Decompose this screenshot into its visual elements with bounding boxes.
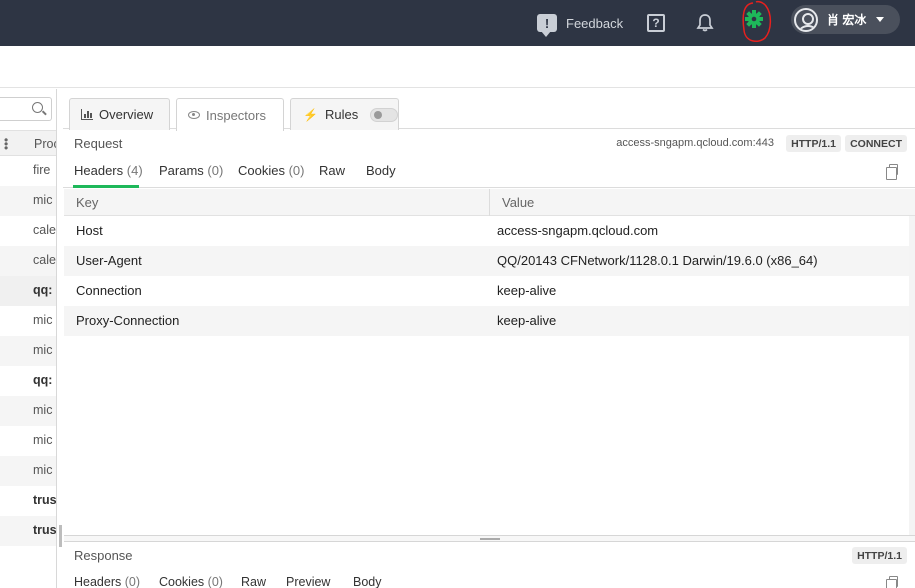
request-subtabs: Headers (4) Params (0) Cookies (0) Raw B…: [63, 156, 915, 188]
list-item[interactable]: cale: [0, 216, 56, 246]
subtab-body[interactable]: Body: [366, 163, 396, 178]
lightning-icon: ⚡: [303, 107, 318, 122]
copy-icon[interactable]: [886, 164, 898, 180]
feedback-label: Feedback: [566, 15, 624, 31]
list-item[interactable]: qq:: [0, 276, 56, 306]
kebab-menu-icon[interactable]: • • •: [4, 134, 8, 154]
response-protocol-badge: HTTP/1.1: [852, 547, 907, 564]
column-header-key: Key: [76, 195, 99, 210]
header-value: access-sngapm.qcloud.com: [497, 223, 659, 238]
response-title: Response: [74, 548, 133, 563]
table-scrollbar[interactable]: [909, 216, 915, 535]
request-host: access-sngapm.qcloud.com:443: [616, 137, 774, 149]
main-tabs: Overview Inspectors ⚡ Rules: [63, 96, 915, 131]
list-item[interactable]: qq:: [0, 366, 56, 396]
response-header: Response HTTP/1.1: [63, 543, 915, 567]
help-icon: ?: [647, 14, 665, 32]
session-search-input[interactable]: [0, 97, 52, 121]
list-item[interactable]: mic: [0, 426, 56, 456]
header-key: Proxy-Connection: [76, 313, 180, 328]
method-badge: CONNECT: [845, 135, 907, 152]
gear-icon: [742, 0, 772, 43]
pane-resize-handle[interactable]: [59, 525, 62, 547]
column-header-process[interactable]: Proc: [34, 137, 56, 151]
tab-inspectors[interactable]: Inspectors: [176, 98, 284, 131]
subtab-cookies[interactable]: Cookies (0): [238, 163, 304, 178]
tab-rules-label: Rules: [324, 107, 359, 122]
user-menu[interactable]: 肖 宏冰: [791, 5, 900, 34]
header-value: QQ/20143 CFNetwork/1128.0.1 Darwin/19.6.…: [497, 253, 818, 268]
help-button[interactable]: ?: [647, 0, 665, 46]
settings-button[interactable]: [738, 0, 772, 46]
request-response-splitter[interactable]: [64, 535, 915, 542]
avatar-icon: [794, 7, 818, 32]
eye-icon: [188, 111, 200, 119]
response-subtab-body[interactable]: Body: [353, 575, 382, 588]
search-icon: [32, 102, 43, 113]
feedback-icon: !: [537, 14, 557, 37]
secondary-toolbar: [0, 46, 915, 88]
session-list-header: ••• Proc: [0, 130, 56, 156]
active-tab-indicator: [73, 185, 139, 188]
header-value: keep-alive: [497, 313, 557, 328]
table-row[interactable]: Proxy-Connection keep-alive: [64, 306, 909, 336]
list-item[interactable]: cale: [0, 246, 56, 276]
list-item[interactable]: fire: [0, 156, 56, 186]
list-item[interactable]: trus: [0, 486, 56, 516]
table-row[interactable]: Host access-sngapm.qcloud.com: [64, 216, 909, 246]
top-bar: ! Feedback ? 肖 宏冰: [0, 0, 915, 46]
list-item[interactable]: mic: [0, 456, 56, 486]
header-key: Connection: [76, 283, 142, 298]
subtab-headers[interactable]: Headers (4): [74, 163, 143, 178]
splitter-grip-icon: [480, 538, 500, 540]
session-list: ••• Proc fire mic cale cale qq: mic mic …: [0, 89, 57, 588]
user-name: 肖 宏冰: [827, 13, 867, 27]
list-item[interactable]: mic: [0, 306, 56, 336]
request-title: Request: [74, 136, 123, 151]
response-subtabs: Headers (0) Cookies (0) Raw Preview Body: [63, 571, 915, 588]
tab-overview-label: Overview: [99, 107, 154, 122]
list-item[interactable]: mic: [0, 336, 56, 366]
subtab-params[interactable]: Params (0): [159, 163, 223, 178]
response-subtab-raw[interactable]: Raw: [241, 575, 266, 588]
list-item[interactable]: mic: [0, 396, 56, 426]
header-key: Host: [76, 223, 103, 238]
header-key: User-Agent: [76, 253, 142, 268]
notifications-button[interactable]: [695, 0, 715, 46]
tab-overview[interactable]: Overview: [69, 98, 170, 130]
response-subtab-preview[interactable]: Preview: [286, 575, 330, 588]
tab-inspectors-label: Inspectors: [206, 107, 266, 123]
table-row[interactable]: User-Agent QQ/20143 CFNetwork/1128.0.1 D…: [64, 246, 909, 276]
response-subtab-headers[interactable]: Headers (0): [74, 575, 140, 588]
bell-icon: [696, 14, 714, 32]
column-header-value: Value: [502, 195, 535, 210]
request-header: Request access-sngapm.qcloud.com:443 HTT…: [63, 130, 915, 156]
response-copy-icon[interactable]: [886, 576, 898, 588]
tab-rules[interactable]: ⚡ Rules: [290, 98, 399, 130]
headers-table: Key Value Host access-sngapm.qcloud.com …: [64, 189, 915, 535]
chevron-down-icon: [876, 17, 885, 22]
response-subtab-cookies[interactable]: Cookies (0): [159, 575, 223, 588]
bar-chart-icon: [81, 109, 93, 120]
protocol-badge: HTTP/1.1: [786, 135, 841, 152]
header-value: keep-alive: [497, 283, 557, 298]
list-item[interactable]: trus: [0, 516, 56, 546]
feedback-button[interactable]: ! Feedback: [537, 0, 623, 46]
table-row[interactable]: Connection keep-alive: [64, 276, 909, 306]
table-header: Key Value: [64, 189, 915, 216]
rules-toggle[interactable]: [370, 107, 398, 122]
list-item[interactable]: mic: [0, 186, 56, 216]
subtab-raw[interactable]: Raw: [319, 163, 345, 178]
